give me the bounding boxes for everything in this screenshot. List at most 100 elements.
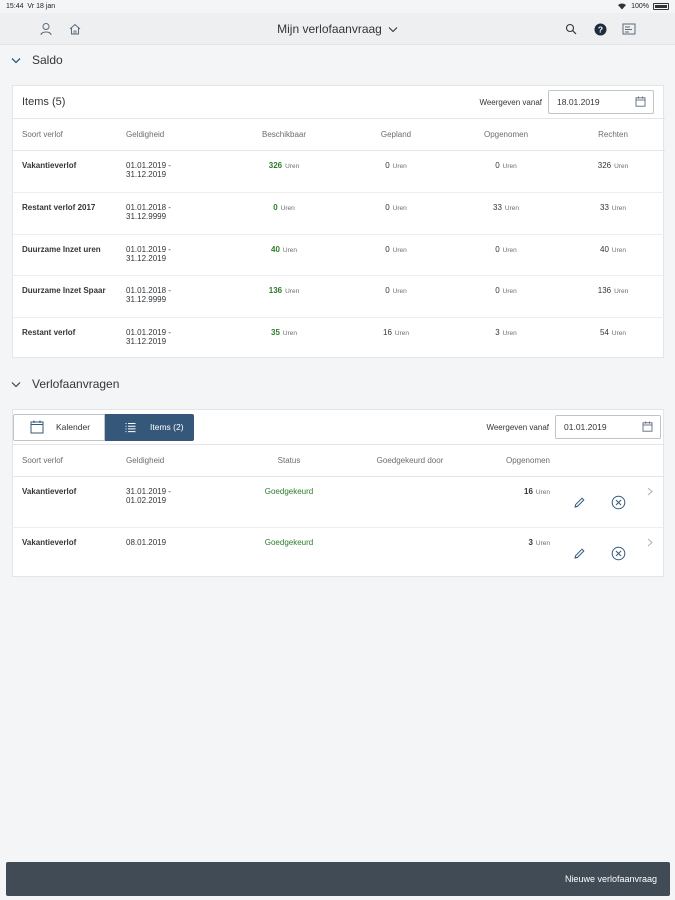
tab-calendar[interactable]: Kalender [13, 413, 105, 441]
user-icon[interactable] [37, 20, 55, 38]
unit-label: Uren [282, 330, 297, 337]
validity-to: 31.12.2019 [126, 254, 167, 263]
available-value: 40 [271, 245, 280, 254]
validity-from: 31.01.2019 - [126, 487, 171, 496]
column-header: Opgenomen [451, 118, 561, 151]
column-header: Geldigheid [117, 444, 227, 477]
leave-type: Vakantieverlof [13, 150, 117, 193]
calendar-icon[interactable] [635, 96, 646, 109]
column-header-empty [637, 444, 663, 477]
saldo-title: Saldo [32, 53, 63, 67]
edit-icon[interactable] [570, 544, 588, 562]
requests-date-value: 01.01.2019 [564, 422, 607, 432]
unit-label: Uren [502, 288, 517, 295]
entitlement-value: 54 [600, 328, 609, 337]
validity-to: 31.12.2019 [126, 170, 167, 179]
unit-label: Uren [285, 288, 300, 295]
tab-items[interactable]: Items (2) [105, 413, 194, 441]
column-header-empty [559, 444, 599, 477]
validity: 01.01.2019 -31.12.2019 [117, 150, 227, 193]
available-cell: 0 Uren [227, 192, 341, 235]
validity-to: 31.12.9999 [126, 295, 167, 304]
planned-value: 0 [385, 286, 390, 295]
requests-date-input[interactable]: 01.01.2019 [555, 415, 661, 439]
unit-label: Uren [502, 163, 517, 170]
table-row[interactable]: Vakantieverlof 08.01.2019 Goedgekeurd 3U… [13, 528, 663, 578]
status-time-date: 15:44 Vr 18 jan [6, 3, 55, 10]
chevron-right-icon[interactable] [647, 487, 653, 498]
validity-from: 08.01.2019 [126, 538, 167, 547]
validity-to: 31.12.9999 [126, 212, 167, 221]
unit-label: Uren [392, 205, 407, 212]
edit-icon[interactable] [570, 493, 588, 511]
unit-label: Uren [611, 205, 626, 212]
unit-label: Uren [392, 247, 407, 254]
column-header: Rechten [561, 118, 665, 151]
table-row[interactable]: Vakantieverlof 31.01.2019 -01.02.2019 Go… [13, 476, 663, 528]
entitlement-value: 136 [597, 286, 612, 295]
saldo-toolbar: Items (5) Weergeven vanaf 18.01.2019 [13, 86, 663, 118]
search-icon[interactable] [562, 20, 580, 38]
validity-to: 01.02.2019 [126, 496, 167, 505]
home-icon[interactable] [66, 20, 84, 38]
cancel-icon[interactable] [609, 493, 627, 511]
planned-value: 16 [383, 328, 392, 337]
calendar-icon[interactable] [642, 421, 653, 434]
planned-cell: 0 Uren [341, 234, 451, 276]
unit-label: Uren [502, 247, 517, 254]
cancel-icon[interactable] [609, 544, 627, 562]
taken-cell: 33 Uren [451, 192, 561, 235]
unit-label: Uren [280, 205, 295, 212]
planned-value: 0 [385, 203, 390, 212]
chevron-right-icon[interactable] [647, 538, 653, 549]
saldo-date-input[interactable]: 18.01.2019 [548, 90, 654, 114]
new-request-button[interactable]: Nieuwe verlofaanvraag [565, 874, 657, 884]
taken-value: 3 [528, 538, 533, 547]
saldo-section-header[interactable]: Saldo [0, 47, 675, 73]
unit-label: Uren [285, 163, 300, 170]
leave-type: Restant verlof 2017 [13, 192, 117, 235]
wifi-icon [617, 2, 627, 12]
cancel-cell [599, 528, 637, 578]
chevron-down-icon[interactable] [9, 53, 23, 67]
requests-section-header[interactable]: Verlofaanvragen [0, 371, 675, 397]
saldo-date-filter: Weergeven vanaf 18.01.2019 [479, 90, 654, 114]
unit-label: Uren [392, 163, 407, 170]
status-right: 100% [617, 2, 669, 12]
cancel-cell [599, 476, 637, 528]
taken-value: 3 [495, 328, 500, 337]
available-cell: 136 Uren [227, 275, 341, 318]
status-date: Vr 18 jan [27, 3, 56, 10]
entitlement-value: 33 [600, 203, 609, 212]
unit-label: Uren [611, 247, 626, 254]
navigation-cell [637, 476, 663, 528]
requests-table-header: Soort verlof Geldigheid Status Goedgekeu… [13, 444, 663, 477]
validity: 31.01.2019 -01.02.2019 [117, 476, 227, 528]
footer-toolbar: Nieuwe verlofaanvraag [6, 862, 670, 896]
unit-label: Uren [394, 330, 409, 337]
available-value: 0 [273, 203, 278, 212]
validity-from: 01.01.2018 - [126, 203, 171, 212]
requests-date-label: Weergeven vanaf [486, 422, 549, 432]
help-icon[interactable]: ? [591, 20, 609, 38]
available-cell: 35 Uren [227, 318, 341, 359]
calendar-icon [30, 420, 44, 434]
leave-type: Duurzame Inzet uren [13, 234, 117, 276]
requests-toolbar: Kalender Items (2) Weergeven vanaf 01.01… [13, 410, 663, 444]
page-title[interactable]: Mijn verlofaanvraag [277, 22, 382, 36]
table-row: Restant verlof 01.01.2019 -31.12.2019 35… [13, 318, 665, 359]
validity-to: 31.12.2019 [126, 337, 167, 346]
chevron-down-icon[interactable] [388, 22, 398, 36]
validity-from: 01.01.2019 - [126, 328, 171, 337]
notifications-icon[interactable] [620, 20, 638, 38]
entitlement-cell: 136 Uren [561, 275, 665, 318]
entitlement-cell: 40 Uren [561, 234, 665, 276]
status-time: 15:44 [6, 3, 24, 10]
planned-cell: 0 Uren [341, 150, 451, 193]
taken-cell: 16 Uren [469, 476, 559, 528]
status: Goedgekeurd [227, 476, 351, 528]
taken-value: 0 [495, 245, 500, 254]
chevron-down-icon[interactable] [9, 377, 23, 391]
available-cell: 40 Uren [227, 234, 341, 276]
leave-type: Duurzame Inzet Spaar [13, 275, 117, 318]
